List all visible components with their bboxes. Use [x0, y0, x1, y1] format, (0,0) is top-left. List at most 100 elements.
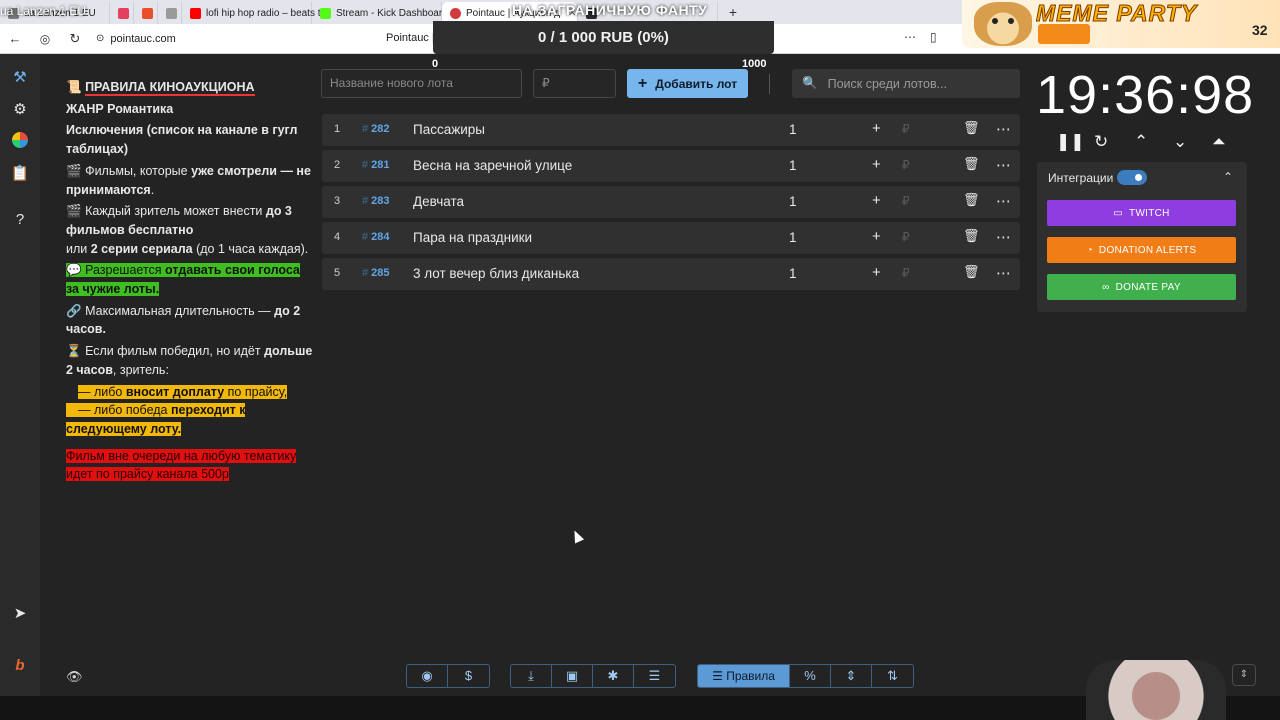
delete-icon[interactable]: 🗑 [963, 264, 980, 280]
github-icon[interactable]: ◉ [407, 665, 448, 687]
toolbar-group-links: ◉ $ [406, 664, 490, 688]
ruble-icon[interactable]: ₽ [902, 266, 910, 280]
expand-icon[interactable]: ⇕ [1232, 664, 1256, 686]
lot-id[interactable]: #282 [362, 123, 389, 135]
more-menu-icon[interactable]: ⋯ [996, 228, 1011, 246]
more-icon[interactable]: ⋯ [904, 30, 916, 44]
twitch-icon: ▭ [1113, 207, 1124, 219]
add-amount-icon[interactable]: + [872, 192, 881, 209]
more-menu-icon[interactable]: ⋯ [996, 192, 1011, 210]
sort-icon[interactable]: ⇅ [872, 665, 913, 687]
add-amount-icon[interactable]: + [872, 228, 881, 245]
telegram-icon[interactable]: ➤ [10, 604, 30, 624]
clear-list-icon[interactable]: ☰ [634, 665, 675, 687]
integrations-toggle[interactable] [1117, 170, 1147, 185]
lot-id[interactable]: #281 [362, 159, 389, 171]
lot-row: 1 #282 Пассажиры 1 + ₽ 🗑 ⋯ [322, 114, 1020, 146]
instagram-icon [118, 7, 129, 19]
timer-up-icon[interactable]: ⌃ [1134, 132, 1148, 152]
bug-icon[interactable]: ✱ [593, 665, 634, 687]
delete-icon[interactable]: 🗑 [963, 192, 980, 208]
reload-icon[interactable]: ↻ [60, 24, 90, 54]
lot-id[interactable]: #284 [362, 231, 389, 243]
search-icon: 🔍 [802, 76, 818, 90]
rules-genre: ЖАНР Романтика [66, 101, 174, 116]
auction-hammer-icon[interactable]: ⚒ [10, 68, 30, 88]
add-amount-icon[interactable]: + [872, 264, 881, 281]
back-arrow-icon[interactable]: ← [0, 24, 30, 54]
wheel-icon[interactable] [10, 132, 30, 152]
clipboard-icon[interactable]: 📋 [10, 164, 30, 184]
save-icon[interactable]: ▣ [552, 665, 593, 687]
delete-icon[interactable]: 🗑 [963, 156, 980, 172]
lot-amount-input[interactable]: ₽ [533, 69, 616, 98]
bookmark-icon[interactable]: ▯ [930, 30, 937, 44]
donation-alerts-button[interactable]: ◔ DONATION ALERTS [1047, 237, 1236, 263]
rules-item: 💬 Разрешается отдавать свои голоса за чу… [66, 263, 300, 297]
mouse-cursor [569, 528, 585, 544]
more-menu-icon[interactable]: ⋯ [996, 120, 1011, 138]
dollar-icon[interactable]: $ [448, 665, 489, 687]
delete-icon[interactable]: 🗑 [963, 120, 980, 136]
browser-tab[interactable] [110, 2, 134, 24]
timer-double-up-icon[interactable]: ⏶ [1212, 132, 1226, 152]
lot-rank: 1 [334, 123, 341, 135]
rules-item: ⏳ Если фильм победил, но идёт дольше 2 ч… [66, 344, 313, 377]
percent-icon[interactable]: % [790, 665, 831, 687]
browser-actions: ⋯ ▯ [904, 30, 937, 44]
lot-name[interactable]: Пара на праздники [413, 230, 532, 245]
lot-rank: 3 [334, 195, 341, 207]
rules-panel: 📜 ПРАВИЛА КИНОАУКЦИОНА ЖАНР Романтика Ис… [66, 78, 316, 487]
ruble-icon[interactable]: ₽ [902, 230, 910, 244]
clapper-icon: 🎬 [66, 204, 82, 219]
new-lot-name-input[interactable]: Название нового лота [321, 69, 522, 98]
download-icon[interactable]: ⤓ [511, 665, 552, 687]
rules-item: 🎬 Каждый зритель может внести до 3 фильм… [66, 204, 309, 256]
chevron-up-icon[interactable]: ⌃ [1223, 170, 1233, 184]
add-amount-icon[interactable]: + [872, 120, 881, 137]
browser-tab[interactable]: lofi hip hop radio – beats t [182, 2, 321, 24]
settings-gear-icon[interactable]: ⚙ [10, 100, 30, 120]
url-field[interactable]: ⊙ pointauc.com [96, 33, 176, 45]
reset-icon[interactable]: ↻ [1094, 132, 1108, 152]
stream-ticker-text: НА ЗАГРАНИЧНУЮ ФАНТУ [512, 2, 708, 18]
add-lot-button[interactable]: + Добавить лот [627, 69, 748, 98]
rules-button[interactable]: ☰ Правила [698, 665, 790, 687]
lot-name[interactable]: Пассажиры [413, 122, 485, 137]
lot-id-value: 284 [371, 231, 390, 243]
twitch-button[interactable]: ▭ TWITCH [1047, 200, 1236, 226]
lot-rank: 2 [334, 159, 341, 171]
link-icon: 🔗 [66, 303, 82, 318]
split-icon[interactable]: ⇕ [831, 665, 872, 687]
browser-tab[interactable]: Stream - Kick Dashboard [312, 2, 448, 24]
donation-icon [142, 7, 153, 19]
pause-icon[interactable]: ❚❚ [1056, 132, 1085, 152]
timer-down-icon[interactable]: ⌄ [1173, 132, 1187, 152]
delete-icon[interactable]: 🗑 [963, 228, 980, 244]
new-tab-button[interactable]: + [724, 4, 742, 22]
more-menu-icon[interactable]: ⋯ [996, 264, 1011, 282]
eye-icon[interactable]: 👁 [66, 669, 83, 685]
lot-id[interactable]: #283 [362, 195, 389, 207]
donate-pay-button[interactable]: ∞ DONATE PAY [1047, 274, 1236, 300]
add-amount-icon[interactable]: + [872, 156, 881, 173]
lot-search-input[interactable]: 🔍 Поиск среди лотов... [792, 69, 1020, 98]
help-icon[interactable]: ? [10, 210, 30, 230]
lot-amount: 1 [789, 194, 797, 209]
lot-id[interactable]: #285 [362, 267, 389, 279]
browser-tab[interactable] [158, 2, 182, 24]
donate-pay-icon: ∞ [1102, 281, 1110, 293]
ruble-icon[interactable]: ₽ [902, 122, 910, 136]
toolbar-group-file: ⤓ ▣ ✱ ☰ [510, 664, 676, 688]
lot-name[interactable]: Девчата [413, 194, 464, 209]
lot-name[interactable]: 3 лот вечер близ диканька [413, 266, 579, 281]
ruble-icon[interactable]: ₽ [902, 158, 910, 172]
more-menu-icon[interactable]: ⋯ [996, 156, 1011, 174]
browser-tab[interactable] [134, 2, 158, 24]
ruble-icon[interactable]: ₽ [902, 194, 910, 208]
info-icon[interactable]: ◎ [30, 24, 60, 54]
clapper-icon: 🎬 [66, 163, 82, 178]
brand-logo-icon[interactable]: b [10, 656, 30, 676]
lot-name[interactable]: Весна на заречной улице [413, 158, 572, 173]
lot-id-value: 281 [371, 159, 390, 171]
